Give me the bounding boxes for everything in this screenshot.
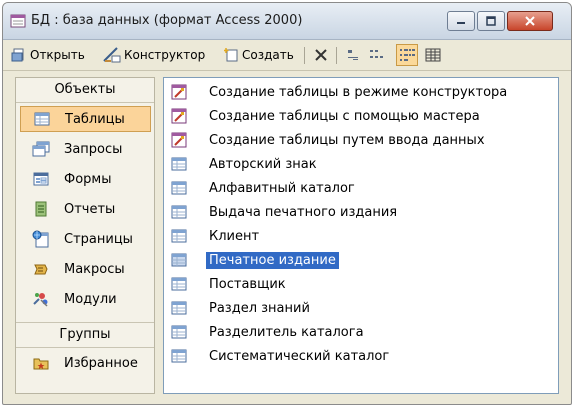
list-item[interactable]: Создание таблицы с помощью мастера xyxy=(170,106,483,126)
query-icon xyxy=(30,141,52,157)
create-button[interactable]: Создать xyxy=(223,45,294,65)
nav-item-label: Формы xyxy=(64,171,112,187)
close-icon xyxy=(525,16,535,26)
table-icon xyxy=(170,324,188,340)
nav-item-label: Избранное xyxy=(64,355,138,371)
nav-item-label: Макросы xyxy=(64,261,125,277)
list-item-label: Систематический каталог xyxy=(209,348,390,364)
nav-item-modules[interactable]: Модули xyxy=(20,286,151,312)
table-icon xyxy=(170,204,188,220)
nav-item-label: Таблицы xyxy=(65,111,125,127)
delete-icon[interactable] xyxy=(312,46,330,64)
nav-item-macros[interactable]: Макросы xyxy=(20,256,151,282)
maximize-button[interactable] xyxy=(477,11,505,31)
table-icon xyxy=(31,112,53,126)
wizard-icon xyxy=(170,108,188,124)
list-item-label: Алфавитный каталог xyxy=(209,180,355,196)
list-item-label: Разделитель каталога xyxy=(209,324,364,340)
favorites-icon xyxy=(30,356,52,370)
nav-item-pages[interactable]: Страницы xyxy=(20,226,151,252)
design-label: Конструктор xyxy=(124,48,206,62)
list-item-selected[interactable]: Печатное издание xyxy=(170,250,339,270)
table-icon xyxy=(170,252,188,268)
list-item-label: Авторский знак xyxy=(209,156,317,172)
list-item[interactable]: Создание таблицы путем ввода данных xyxy=(170,130,488,150)
toolbar-separator xyxy=(336,47,337,64)
table-icon xyxy=(170,276,188,292)
window-title: БД : база данных (формат Access 2000) xyxy=(31,13,303,28)
groups-header: Группы xyxy=(16,322,154,348)
list-item[interactable]: Поставщик xyxy=(170,274,289,294)
list-item-label: Создание таблицы в режиме конструктора xyxy=(209,84,508,100)
database-window: БД : база данных (формат Access 2000) От… xyxy=(2,2,572,405)
list-item[interactable]: Алфавитный каталог xyxy=(170,178,358,198)
table-icon xyxy=(170,228,188,244)
nav-item-tables[interactable]: Таблицы xyxy=(20,106,151,132)
macro-icon xyxy=(30,262,52,276)
page-icon xyxy=(30,230,52,248)
small-icons-icon[interactable] xyxy=(368,46,386,64)
nav-item-favorites[interactable]: Избранное xyxy=(20,350,151,376)
nav-item-label: Модули xyxy=(64,291,117,307)
nav-item-forms[interactable]: Формы xyxy=(20,166,151,192)
toolbar: Открыть Конструктор Создать xyxy=(3,40,571,71)
minimize-button[interactable] xyxy=(447,11,475,31)
create-label: Создать xyxy=(242,48,294,62)
list-item[interactable]: Раздел знаний xyxy=(170,298,313,318)
list-item[interactable]: Клиент xyxy=(170,226,262,246)
list-item-label: Печатное издание xyxy=(206,251,339,269)
objects-panel: Объекты Таблицы Запросы Формы Отчеты Стр… xyxy=(15,77,155,394)
list-item[interactable]: Разделитель каталога xyxy=(170,322,367,342)
nav-item-label: Отчеты xyxy=(64,201,116,217)
list-item-label: Клиент xyxy=(209,228,260,244)
close-button[interactable] xyxy=(507,11,553,31)
open-label: Открыть xyxy=(30,48,85,62)
form-icon xyxy=(30,172,52,186)
list-item-label: Создание таблицы путем ввода данных xyxy=(209,132,485,148)
maximize-icon xyxy=(486,16,496,26)
table-icon xyxy=(170,300,188,316)
object-list: Создание таблицы в режиме конструктора С… xyxy=(163,77,559,394)
table-icon xyxy=(170,156,188,172)
list-item[interactable]: Выдача печатного издания xyxy=(170,202,400,222)
wizard-icon xyxy=(170,84,188,100)
create-icon xyxy=(224,48,238,62)
details-view-icon[interactable] xyxy=(424,46,442,64)
list-item[interactable]: Авторский знак xyxy=(170,154,320,174)
minimize-icon xyxy=(457,22,465,24)
database-icon xyxy=(10,14,26,28)
list-item-label: Раздел знаний xyxy=(209,300,310,316)
wizard-icon xyxy=(170,132,188,148)
nav-item-reports[interactable]: Отчеты xyxy=(20,196,151,222)
list-item-label: Создание таблицы с помощью мастера xyxy=(209,108,480,124)
list-item-label: Поставщик xyxy=(209,276,286,292)
list-view-icon xyxy=(400,49,415,61)
list-item-label: Выдача печатного издания xyxy=(209,204,398,220)
report-icon xyxy=(30,201,52,217)
table-icon xyxy=(170,180,188,196)
list-item[interactable]: Систематический каталог xyxy=(170,346,392,366)
nav-item-queries[interactable]: Запросы xyxy=(20,136,151,162)
design-button[interactable]: Конструктор xyxy=(103,45,205,65)
objects-header: Объекты xyxy=(16,78,154,103)
list-view-button[interactable] xyxy=(396,44,418,66)
title-bar[interactable]: БД : база данных (формат Access 2000) xyxy=(3,3,571,40)
toolbar-separator xyxy=(304,47,305,64)
table-icon xyxy=(170,348,188,364)
open-button[interactable]: Открыть xyxy=(11,45,85,65)
list-item[interactable]: Создание таблицы в режиме конструктора xyxy=(170,82,510,102)
nav-item-label: Запросы xyxy=(64,141,123,157)
large-icons-icon[interactable] xyxy=(344,46,362,64)
open-icon xyxy=(11,48,24,62)
nav-item-label: Страницы xyxy=(64,231,133,247)
module-icon xyxy=(30,291,52,307)
design-icon xyxy=(103,47,121,63)
